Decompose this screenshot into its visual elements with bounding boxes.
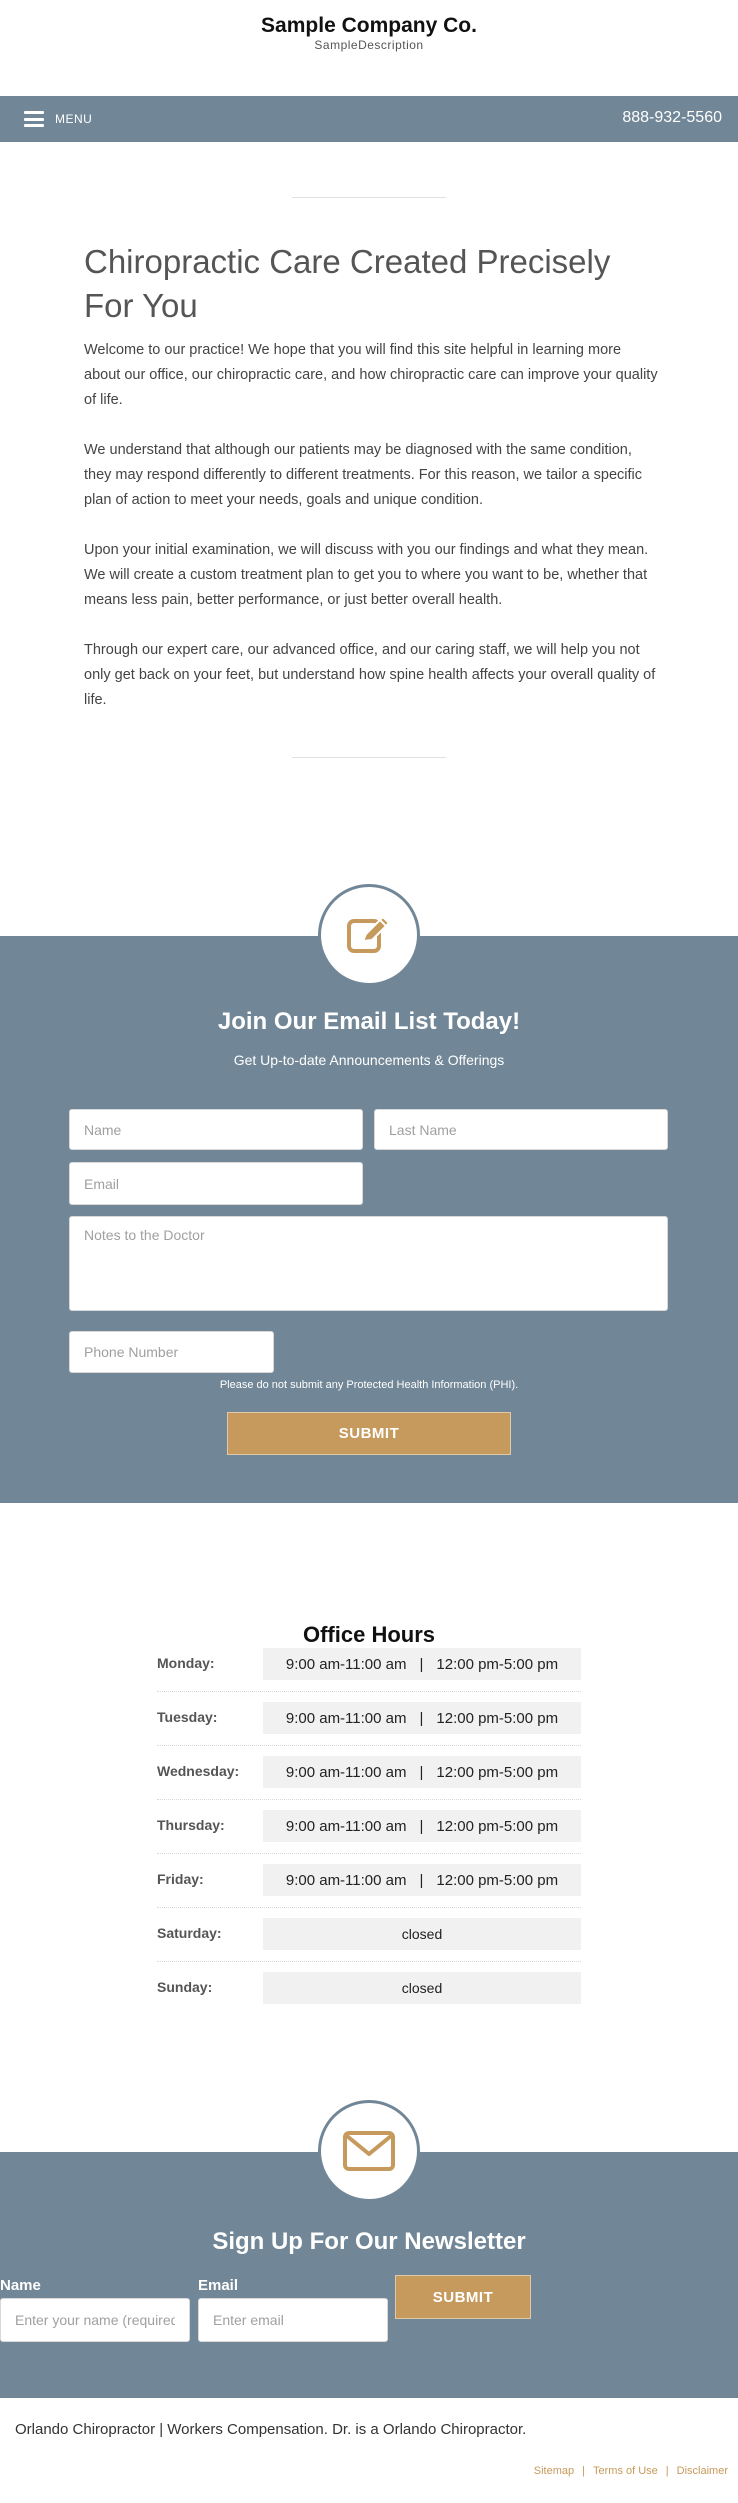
intro-paragraph: We understand that although our patients… bbox=[84, 442, 642, 508]
hours-row-tuesday: Tuesday: 9:00 am-11:00 am | 12:00 pm-5:0… bbox=[157, 1692, 581, 1746]
envelope-icon bbox=[318, 2100, 420, 2202]
intro-paragraph: Welcome to our practice! We hope that yo… bbox=[84, 342, 658, 408]
terms-of-use-link[interactable]: Terms of Use bbox=[593, 2465, 658, 2477]
morning-hours: 9:00 am-11:00 am bbox=[285, 1871, 407, 1889]
day-label: Thursday: bbox=[157, 1817, 225, 1833]
disclaimer-link[interactable]: Disclaimer bbox=[677, 2465, 728, 2477]
notes-field[interactable] bbox=[69, 1216, 668, 1311]
hours-row-thursday: Thursday: 9:00 am-11:00 am | 12:00 pm-5:… bbox=[157, 1800, 581, 1854]
company-name[interactable]: Sample Company Co. bbox=[0, 14, 738, 38]
afternoon-hours: 12:00 pm-5:00 pm bbox=[436, 1709, 559, 1727]
email-list-submit-button[interactable]: SUBMIT bbox=[227, 1412, 511, 1455]
morning-hours: 9:00 am-11:00 am bbox=[285, 1763, 407, 1781]
hours-times: 9:00 am-11:00 am | 12:00 pm-5:00 pm bbox=[263, 1810, 581, 1842]
hours-row-monday: Monday: 9:00 am-11:00 am | 12:00 pm-5:00… bbox=[157, 1638, 581, 1692]
newsletter-title: Sign Up For Our Newsletter bbox=[212, 2228, 526, 2255]
phone-number-link[interactable]: 888-932-5560 bbox=[622, 109, 722, 127]
phi-notice: Please do not submit any Protected Healt… bbox=[219, 1379, 519, 1391]
hours-row-wednesday: Wednesday: 9:00 am-11:00 am | 12:00 pm-5… bbox=[157, 1746, 581, 1800]
hours-row-saturday: Saturday: closed bbox=[157, 1908, 581, 1962]
afternoon-hours: 12:00 pm-5:00 pm bbox=[436, 1655, 559, 1673]
top-divider bbox=[292, 197, 446, 198]
day-label: Friday: bbox=[157, 1871, 204, 1887]
hours-times: 9:00 am-11:00 am | 12:00 pm-5:00 pm bbox=[263, 1648, 581, 1680]
hours-separator: | bbox=[419, 1817, 424, 1835]
phone-field[interactable] bbox=[69, 1331, 274, 1373]
first-name-field[interactable] bbox=[69, 1109, 363, 1150]
email-list-title: Join Our Email List Today! bbox=[217, 1008, 521, 1035]
hours-row-sunday: Sunday: closed bbox=[157, 1962, 581, 2016]
newsletter-email-label: Email bbox=[198, 2277, 239, 2294]
intro-section: Chiropractic Care Created Precisely For … bbox=[84, 240, 659, 738]
day-label: Wednesday: bbox=[157, 1763, 240, 1779]
newsletter-name-field[interactable] bbox=[0, 2298, 190, 2342]
last-name-field[interactable] bbox=[374, 1109, 668, 1150]
hours-separator: | bbox=[419, 1871, 424, 1889]
newsletter-submit-button[interactable]: SUBMIT bbox=[395, 2275, 531, 2319]
newsletter-email-field[interactable] bbox=[198, 2298, 388, 2342]
intro-paragraph: Upon your initial examination, we will d… bbox=[84, 542, 649, 608]
email-field[interactable] bbox=[69, 1162, 363, 1205]
closed-status: closed bbox=[263, 1972, 581, 2004]
day-label: Sunday: bbox=[157, 1979, 213, 1995]
hours-separator: | bbox=[419, 1655, 424, 1673]
footer-link-separator: | bbox=[665, 2465, 669, 2477]
morning-hours: 9:00 am-11:00 am bbox=[285, 1709, 407, 1727]
menu-button[interactable]: MENU bbox=[24, 108, 92, 130]
morning-hours: 9:00 am-11:00 am bbox=[285, 1655, 407, 1673]
hours-times: 9:00 am-11:00 am | 12:00 pm-5:00 pm bbox=[263, 1864, 581, 1896]
page-title: Chiropractic Care Created Precisely For … bbox=[84, 243, 611, 324]
site-tagline: SampleDescription bbox=[314, 38, 424, 52]
day-label: Tuesday: bbox=[157, 1709, 218, 1725]
closed-status: closed bbox=[263, 1918, 581, 1950]
afternoon-hours: 12:00 pm-5:00 pm bbox=[436, 1817, 559, 1835]
sitemap-link[interactable]: Sitemap bbox=[534, 2465, 574, 2477]
afternoon-hours: 12:00 pm-5:00 pm bbox=[436, 1763, 559, 1781]
day-label: Saturday: bbox=[157, 1925, 222, 1941]
footer-links: Sitemap | Terms of Use | Disclaimer bbox=[534, 2465, 728, 2477]
edit-pencil-icon bbox=[318, 884, 420, 986]
hours-times: 9:00 am-11:00 am | 12:00 pm-5:00 pm bbox=[263, 1702, 581, 1734]
hours-times: 9:00 am-11:00 am | 12:00 pm-5:00 pm bbox=[263, 1756, 581, 1788]
morning-hours: 9:00 am-11:00 am bbox=[285, 1817, 407, 1835]
footer-link-separator: | bbox=[582, 2465, 585, 2477]
afternoon-hours: 12:00 pm-5:00 pm bbox=[436, 1871, 559, 1889]
email-list-subtitle: Get Up-to-date Announcements & Offerings bbox=[233, 1052, 505, 1068]
site-header: Sample Company Co. SampleDescription bbox=[0, 0, 738, 96]
email-list-section: Join Our Email List Today! Get Up-to-dat… bbox=[0, 936, 738, 1503]
nav-bar: MENU 888-932-5560 bbox=[0, 96, 738, 142]
newsletter-name-label: Name bbox=[0, 2277, 41, 2294]
day-label: Monday: bbox=[157, 1655, 215, 1671]
hours-separator: | bbox=[419, 1763, 424, 1781]
intro-paragraph: Through our expert care, our advanced of… bbox=[84, 642, 656, 708]
hours-row-friday: Friday: 9:00 am-11:00 am | 12:00 pm-5:00… bbox=[157, 1854, 581, 1908]
bottom-divider bbox=[292, 757, 446, 758]
footer-text: Orlando Chiropractor | Workers Compensat… bbox=[15, 2421, 527, 2438]
menu-label: MENU bbox=[55, 112, 93, 126]
hours-separator: | bbox=[419, 1709, 424, 1727]
hamburger-icon bbox=[24, 111, 44, 127]
